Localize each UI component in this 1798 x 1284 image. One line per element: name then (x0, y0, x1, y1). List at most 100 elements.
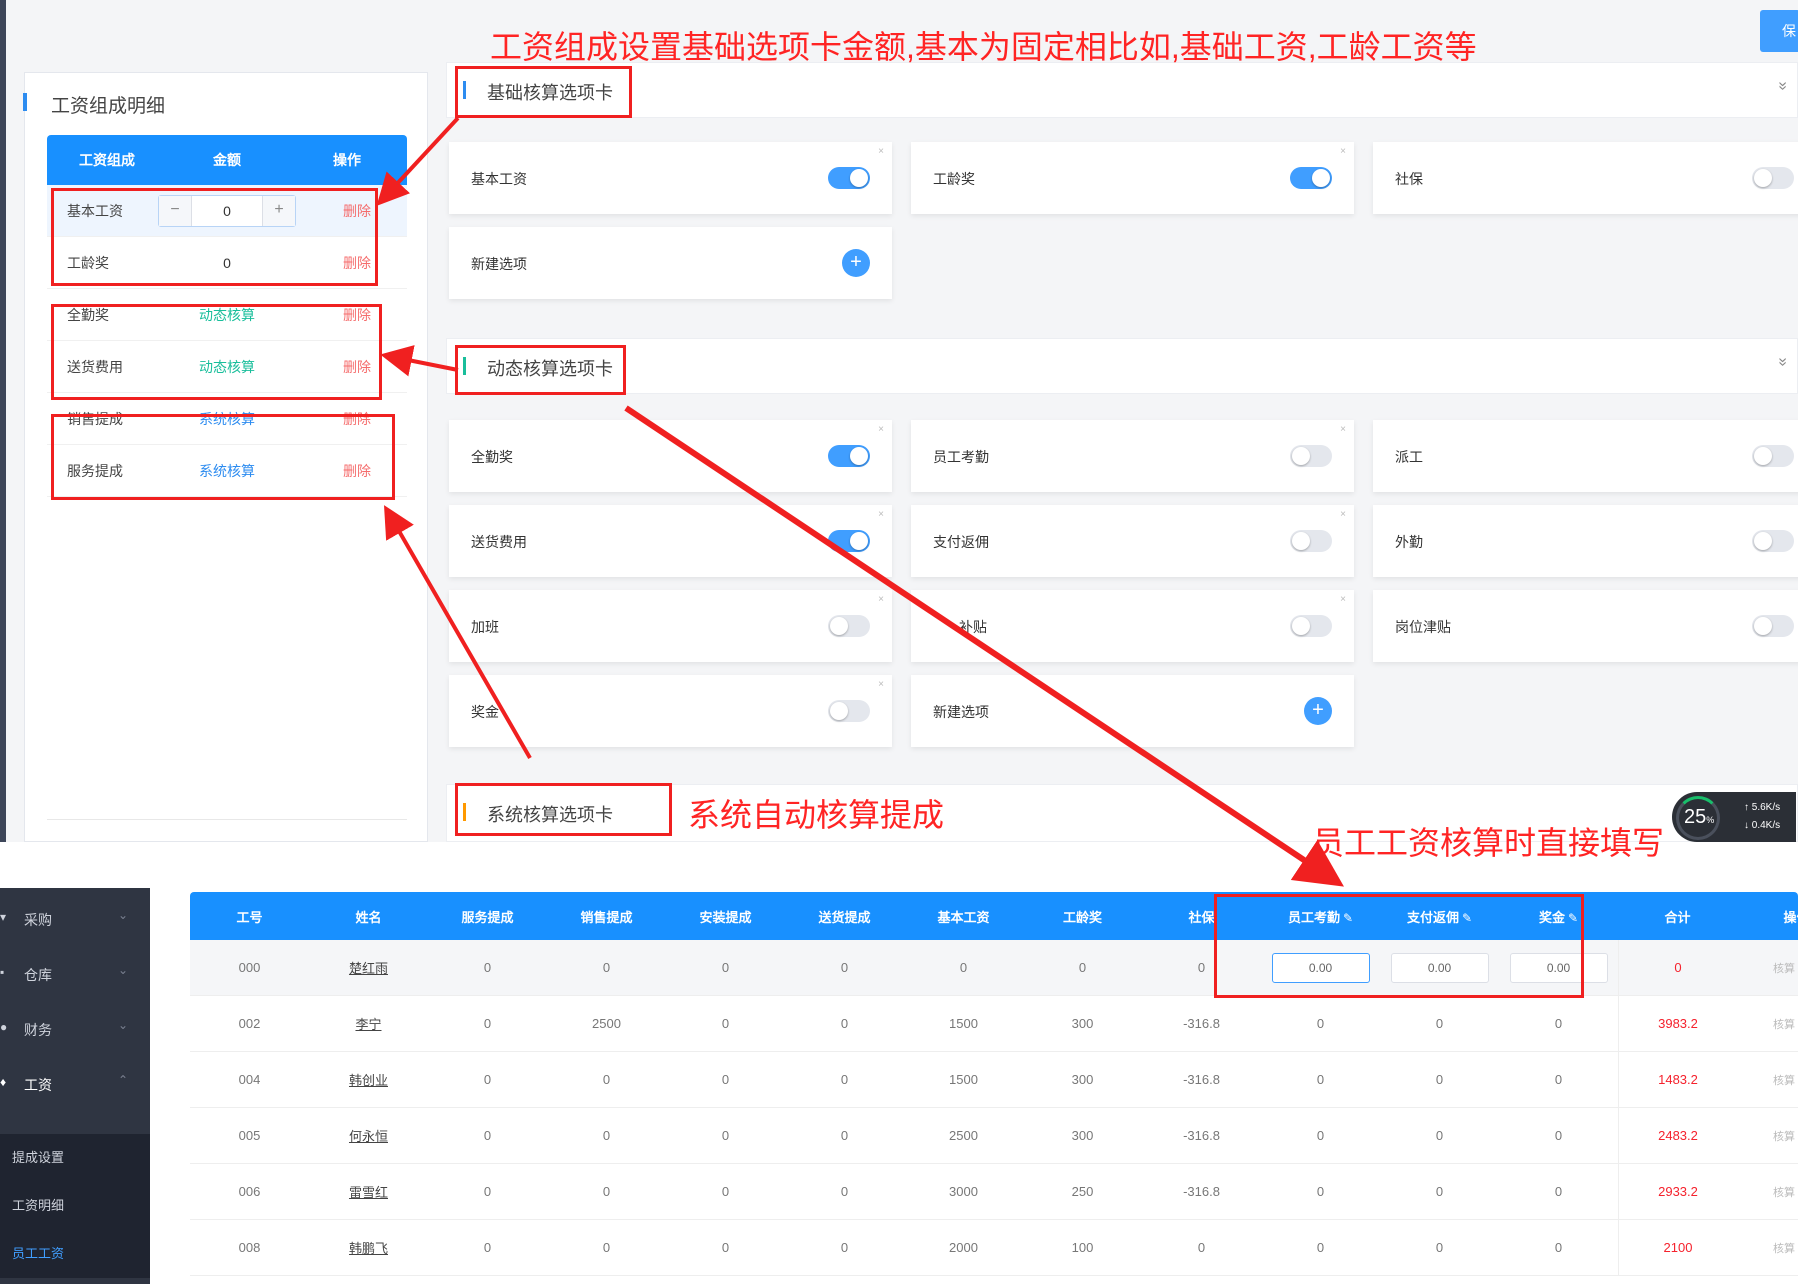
row-actions[interactable]: 核算 发放 (1737, 1016, 1798, 1032)
sidebar-item-label: 财务 (24, 1022, 52, 1038)
option-toggle[interactable] (1752, 530, 1794, 552)
cell-id: 000 (238, 960, 261, 975)
close-icon[interactable]: × (1340, 424, 1346, 435)
cell-value: 0 (1316, 1072, 1325, 1087)
col-header: 服务提成 (461, 909, 514, 925)
table-body: 002李宁02500001500300-316.80003983.2核算 发放0… (190, 996, 1798, 1276)
cell-id: 006 (238, 1184, 261, 1199)
save-button[interactable]: 保 (1760, 10, 1798, 52)
basic-calc-section-header[interactable]: 基础核算选项卡 » (446, 62, 1798, 118)
row-actions[interactable]: 核算 发放 (1737, 1128, 1798, 1144)
option-toggle[interactable] (1752, 445, 1794, 467)
option-toggle[interactable] (828, 167, 870, 189)
new-option-card: 新建选项 + (449, 227, 892, 299)
sidebar-item-purchase[interactable]: ▾ 采购 ⌄ (0, 892, 150, 946)
table-row: 004 韩创业 0 0 0 0 1500 300 -316.8 0 0 0 1483.2核算 发放 (190, 1052, 1798, 1108)
add-option-button[interactable]: + (842, 249, 870, 277)
annotation-box (455, 783, 672, 836)
collapse-chevron-icon[interactable]: » (1774, 358, 1792, 367)
row-actions[interactable]: 核算 发放 (1737, 960, 1798, 976)
option-label: 社保 (1395, 171, 1423, 187)
collapse-chevron-icon[interactable]: » (1774, 82, 1792, 91)
annotation-system-calc: 系统自动核算提成 (688, 797, 945, 833)
option-label: 工龄奖 (933, 171, 975, 187)
option-toggle[interactable] (1290, 445, 1332, 467)
close-icon[interactable]: × (878, 424, 884, 435)
employee-name-link[interactable]: 韩鹏飞 (309, 1238, 428, 1257)
sidebar-item-warehouse[interactable]: ▪ 仓库 ⌄ (0, 947, 150, 1001)
sidebar-subitem-salary-detail[interactable]: 工资明细 (0, 1182, 150, 1230)
option-card: 全勤奖 × (449, 420, 892, 492)
option-toggle[interactable] (828, 530, 870, 552)
employee-name-link[interactable]: 楚红雨 (309, 958, 428, 977)
sidebar-subitem-commission-settings[interactable]: 提成设置 (0, 1134, 150, 1182)
option-label: 岗位津贴 (1395, 619, 1451, 635)
col-header: 工号 (236, 909, 263, 925)
cell-value: 300 (1071, 1016, 1094, 1031)
close-icon[interactable]: × (878, 594, 884, 605)
option-label: 员工考勤 (933, 449, 989, 465)
cell-value: 0 (1435, 1128, 1444, 1143)
close-icon[interactable]: × (1340, 146, 1346, 157)
sidebar: ▾ 采购 ⌄ ▪ 仓库 ⌄ ● 财务 ⌄ ♦ 工资 ⌃ 提成设置 工资明细 员工… (0, 888, 150, 1284)
close-icon[interactable]: × (1340, 594, 1346, 605)
table-row: 006 雷雪红 0 0 0 0 3000 250 -316.8 0 0 0 2933.2核算 发放 (190, 1164, 1798, 1220)
cell-total: 2100 (1618, 1220, 1737, 1275)
option-label: 奖金 (471, 704, 499, 720)
cell-total: 2483.2 (1618, 1108, 1737, 1163)
cell-value: 0 (721, 1240, 730, 1255)
option-card: 工龄奖 × (911, 142, 1354, 214)
download-speed: ↓ 0.4K/s (1744, 820, 1781, 831)
col-header-amount: 金额 (213, 152, 241, 168)
cell-value: 0 (1316, 1016, 1325, 1031)
option-card: 岗位津贴 (1373, 590, 1798, 662)
sidebar-item-finance[interactable]: ● 财务 ⌄ (0, 1002, 150, 1056)
option-toggle[interactable] (1290, 530, 1332, 552)
row-actions[interactable]: 核算 发放 (1737, 1240, 1798, 1256)
option-toggle[interactable] (828, 445, 870, 467)
row-actions[interactable]: 核算 发放 (1737, 1072, 1798, 1088)
close-icon[interactable]: × (878, 509, 884, 520)
cell-total: 2933.2 (1618, 1164, 1737, 1219)
close-icon[interactable]: × (878, 679, 884, 690)
col-header: 工龄奖 (1062, 909, 1102, 925)
option-card: 奖金 × (449, 675, 892, 747)
annotation-box (1214, 894, 1584, 998)
option-toggle[interactable] (1290, 167, 1332, 189)
add-option-button[interactable]: + (1304, 697, 1332, 725)
sidebar-subitem-employee-salary[interactable]: 员工工资 (0, 1230, 150, 1278)
option-toggle[interactable] (1290, 615, 1332, 637)
employee-name-link[interactable]: 雷雪红 (309, 1182, 428, 1201)
option-label: 全勤奖 (471, 449, 513, 465)
employee-name-link[interactable]: 何永恒 (309, 1126, 428, 1145)
col-header-component: 工资组成 (79, 152, 135, 168)
col-header: 操作 (1783, 909, 1798, 925)
cell-value: 100 (1071, 1240, 1094, 1255)
option-toggle[interactable] (828, 615, 870, 637)
salary-setup-screen: 工资组成明细 工资组成 金额 操作 基本工资 − 0 + 删除 工龄奖 0 删除… (0, 0, 1798, 842)
option-card: 支付返佣 × (911, 505, 1354, 577)
row-actions[interactable]: 核算 发放 (1737, 1184, 1798, 1200)
sidebar-item-label: 工资 (24, 1077, 52, 1093)
cell-value: 0 (1316, 1240, 1325, 1255)
employee-name-link[interactable]: 韩创业 (309, 1070, 428, 1089)
warehouse-icon: ▪ (0, 965, 5, 979)
option-toggle[interactable] (1752, 167, 1794, 189)
dynamic-calc-section-header[interactable]: 动态核算选项卡 » (446, 338, 1798, 394)
col-header: 安装提成 (699, 909, 752, 925)
option-toggle[interactable] (1752, 615, 1794, 637)
col-header-operation: 操作 (333, 152, 361, 168)
employee-name-link[interactable]: 李宁 (309, 1014, 428, 1033)
col-header: 销售提成 (580, 909, 633, 925)
sidebar-item-salary[interactable]: ♦ 工资 ⌃ (0, 1057, 150, 1111)
option-toggle[interactable] (828, 700, 870, 722)
close-icon[interactable]: × (878, 146, 884, 157)
panel-title-marker (23, 93, 27, 111)
cell-value: 0 (1435, 1184, 1444, 1199)
col-header: 基本工资 (937, 909, 990, 925)
annotation-top-title: 工资组成设置基础选项卡金额,基本为固定相比如,基础工资,工龄工资等 (490, 29, 1477, 65)
col-header: 送货提成 (818, 909, 871, 925)
cell-value: 0 (1197, 1240, 1206, 1255)
cell-value: 0 (483, 1240, 492, 1255)
close-icon[interactable]: × (1340, 509, 1346, 520)
